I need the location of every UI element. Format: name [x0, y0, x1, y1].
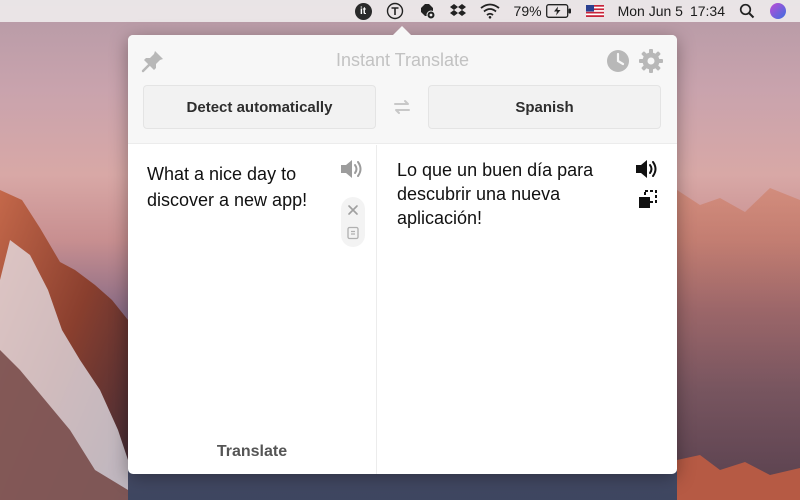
dropbox-menu-item[interactable] — [443, 0, 473, 22]
battery-percent: 79% — [513, 3, 542, 19]
paste-button[interactable] — [341, 222, 365, 244]
speaker-icon — [636, 160, 657, 178]
translated-text: Lo que un buen día para descubrir una nu… — [397, 160, 594, 228]
wifi-menu-item[interactable] — [473, 0, 507, 22]
battery-icon — [545, 4, 571, 18]
clock-menu-item[interactable]: Mon Jun 5 17:34 — [611, 0, 732, 22]
spotlight-menu-item[interactable] — [732, 0, 762, 22]
paste-icon — [347, 226, 359, 240]
battery-menu-item[interactable]: 79% — [507, 0, 579, 22]
source-text-input[interactable]: What a nice day to discover a new app! — [147, 161, 337, 213]
instant-translate-icon: it — [354, 2, 372, 20]
swap-arrows-icon — [394, 100, 410, 114]
instant-translate-popover: Instant Translate Detect automatically S… — [128, 26, 677, 474]
menubar-date: Mon Jun 5 — [617, 3, 683, 19]
pane-divider — [376, 145, 377, 474]
typeeto-menu-item[interactable] — [379, 0, 411, 22]
source-tools — [341, 197, 365, 247]
wifi-icon — [479, 3, 500, 19]
siri-icon — [770, 3, 786, 19]
speak-source-button[interactable] — [339, 158, 365, 180]
nut-menu-item[interactable] — [411, 0, 443, 22]
history-button[interactable] — [605, 48, 631, 74]
copy-icon — [639, 190, 657, 208]
source-language-button[interactable]: Detect automatically — [143, 85, 376, 129]
instant-translate-menu-item[interactable]: it — [348, 0, 379, 22]
siri-menu-item[interactable] — [762, 0, 794, 22]
input-source-menu-item[interactable] — [579, 0, 611, 22]
typeeto-icon — [386, 2, 403, 20]
clear-text-button[interactable] — [341, 199, 365, 221]
menu-bar: it 79% Mon Jun 5 17:34 — [0, 0, 800, 22]
clock-history-icon — [607, 50, 629, 72]
speaker-icon — [341, 160, 362, 178]
gear-icon — [639, 49, 663, 73]
spotlight-search-icon — [739, 3, 755, 19]
dropbox-icon — [449, 4, 466, 16]
copy-translation-button[interactable] — [637, 189, 659, 211]
menubar-time: 17:34 — [689, 3, 725, 19]
speak-translation-button[interactable] — [634, 158, 660, 180]
us-flag-icon — [585, 5, 604, 17]
popover-header: Instant Translate Detect automatically S… — [128, 35, 677, 144]
popover-title: Instant Translate — [335, 50, 470, 70]
swap-languages-button[interactable] — [391, 96, 413, 118]
close-icon — [348, 205, 358, 215]
target-language-button[interactable]: Spanish — [428, 85, 661, 129]
translate-button[interactable]: Translate — [188, 440, 316, 464]
nut-gear-icon — [420, 4, 436, 20]
settings-button[interactable] — [638, 48, 664, 74]
